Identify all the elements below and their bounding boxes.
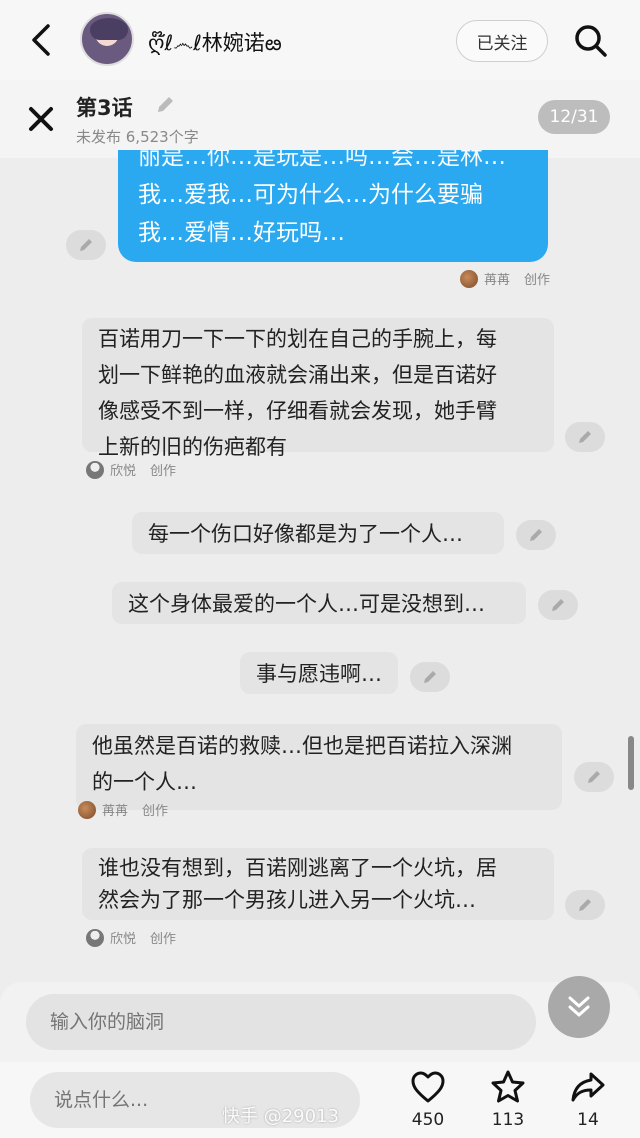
like-count: 450: [411, 1110, 445, 1130]
heart-icon: [411, 1071, 445, 1103]
message-line: 我…爱情…好玩吗…: [138, 220, 345, 246]
message-line: 每一个伤口好像都是为了一个人…: [148, 522, 463, 546]
message-line: 事与愿违啊…: [256, 662, 382, 686]
pencil-icon: [579, 899, 591, 911]
pencil-icon: [530, 529, 542, 541]
message-line: 然会为了那一个男孩儿进入另一个火坑…: [98, 888, 476, 912]
message-bubble: 百诺用刀一下一下的划在自己的手腕上，每 划一下鲜艳的血液就会涌出来，但是百诺好 …: [82, 318, 554, 459]
watermark: 快手 @29013: [222, 1106, 339, 1127]
author-avatar: [86, 928, 104, 947]
follow-button[interactable]: 已关注: [456, 20, 548, 62]
page-indicator: 12/31: [538, 100, 610, 134]
author-tag: 苒苒 创作: [460, 269, 550, 288]
scrollbar[interactable]: [628, 736, 634, 790]
message-line: 百诺用刀一下一下的划在自己的手腕上，每: [98, 327, 497, 351]
chevron-double-down-icon: [568, 996, 590, 1017]
message-line: 划一下鲜艳的血液就会涌出来，但是百诺好: [98, 363, 497, 387]
pencil-icon: [588, 771, 600, 783]
compose-area: [0, 982, 640, 1062]
message-bubble-own: 丽是…你…是玩是…吗…会…是林… 我…爱我…可为什么…为什么要骗 我…爱情…好玩…: [118, 150, 548, 262]
pencil-icon: [579, 431, 591, 443]
idea-input[interactable]: [26, 994, 536, 1050]
author-name: 苒苒: [102, 804, 129, 819]
share-count: 14: [577, 1110, 599, 1130]
author-tag: 苒苒 创作: [78, 800, 168, 819]
like-button[interactable]: 450: [398, 1068, 458, 1130]
message-bubble: 谁也没有想到，百诺刚逃离了一个火坑，居 然会为了那一个男孩儿进入另一个火坑…: [82, 848, 554, 920]
author-tag: 欣悦 创作: [86, 460, 176, 479]
message-bubble: 他虽然是百诺的救赎…但也是把百诺拉入深渊 的一个人…: [76, 724, 562, 810]
message-line: 这个身体最爱的一个人…可是没想到…: [128, 592, 485, 616]
star-icon: [491, 1070, 525, 1103]
message-line: 他虽然是百诺的救赎…但也是把百诺拉入深渊: [92, 734, 512, 758]
author-avatar: [78, 800, 96, 819]
author-name: 欣悦: [110, 464, 137, 479]
back-arrow-icon[interactable]: [22, 20, 62, 60]
message-line: 谁也没有想到，百诺刚逃离了一个火坑，居: [98, 856, 497, 880]
search-icon[interactable]: [572, 22, 610, 60]
author-name: 苒苒: [484, 273, 511, 288]
author-role: 创作: [524, 273, 551, 288]
share-icon: [571, 1072, 605, 1102]
message-line: 我…爱我…可为什么…为什么要骗: [138, 182, 483, 208]
author-tag: 欣悦 创作: [86, 928, 176, 947]
author-role: 创作: [150, 464, 177, 479]
message-line: 像感受不到一样，仔细看就会发现，她手臂: [98, 399, 497, 423]
pencil-icon: [552, 599, 564, 611]
favorite-button[interactable]: 113: [478, 1068, 538, 1130]
author-name: 欣悦: [110, 932, 137, 947]
message-line: 的一个人…: [92, 770, 197, 794]
avatar[interactable]: [80, 12, 134, 66]
edit-button[interactable]: [574, 762, 614, 792]
pencil-icon[interactable]: [154, 94, 176, 116]
edit-button[interactable]: [66, 230, 106, 260]
top-bar: ღ໊ℓ෴ℓ林婉诺ఴ 已关注: [0, 0, 640, 80]
favorite-count: 113: [491, 1110, 525, 1130]
author-avatar: [86, 460, 104, 479]
author-role: 创作: [150, 932, 177, 947]
message-bubble: 这个身体最爱的一个人…可是没想到…: [112, 582, 526, 624]
author-role: 创作: [142, 804, 169, 819]
username[interactable]: ღ໊ℓ෴ℓ林婉诺ఴ: [148, 27, 282, 61]
message-bubble: 每一个伤口好像都是为了一个人…: [132, 512, 504, 554]
edit-button[interactable]: [410, 662, 450, 692]
edit-button[interactable]: [538, 590, 578, 620]
pencil-icon: [424, 671, 436, 683]
scroll-down-button[interactable]: [548, 976, 610, 1038]
message-line: 丽是…你…是玩是…吗…会…是林…: [138, 150, 506, 170]
pencil-icon: [80, 239, 92, 251]
share-button[interactable]: 14: [558, 1068, 618, 1130]
edit-button[interactable]: [516, 520, 556, 550]
chapter-subtitle: 未发布 6,523个字: [76, 128, 199, 146]
message-bubble: 事与愿违啊…: [240, 652, 398, 694]
close-icon[interactable]: [26, 104, 56, 134]
edit-button[interactable]: [565, 890, 605, 920]
chapter-title: 第3话: [76, 96, 133, 120]
edit-button[interactable]: [565, 422, 605, 452]
author-avatar: [460, 269, 478, 288]
